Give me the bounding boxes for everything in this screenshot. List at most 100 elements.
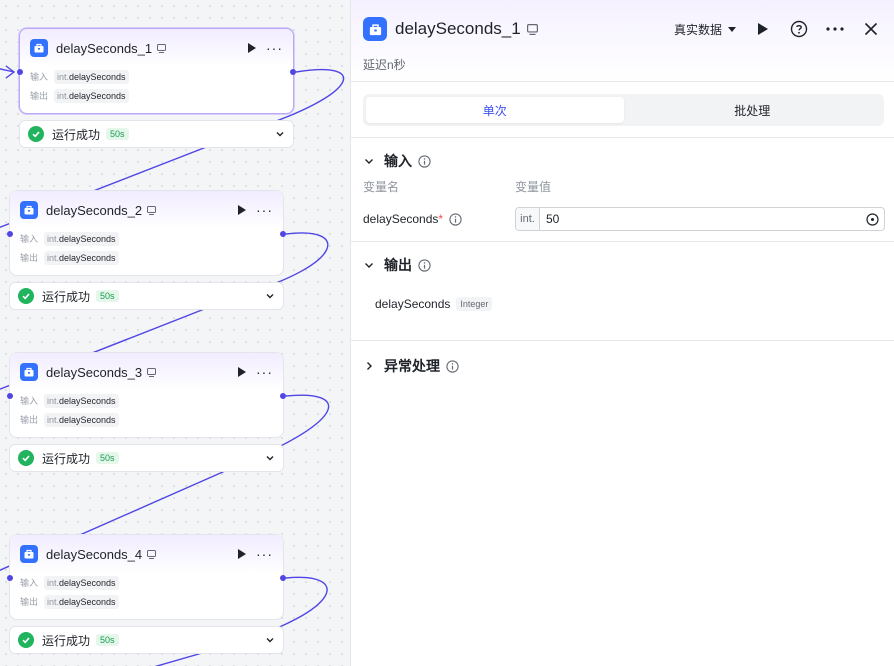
close-button[interactable] [862,18,880,40]
toolbox-icon [363,17,387,41]
output-port[interactable] [280,575,286,581]
node-delayseconds-3[interactable]: delaySeconds_3 ··· 输入 int. delaySeconds 输… [7,352,286,438]
run-button[interactable] [754,18,772,40]
output-port[interactable] [280,393,286,399]
info-icon [418,258,431,272]
play-icon[interactable] [238,205,246,215]
required-mark: * [438,212,444,226]
output-section: 输出 delaySeconds Integer [351,242,894,341]
more-button[interactable] [826,18,844,40]
duration-badge: 50s [96,634,119,646]
duration-badge: 50s [96,452,119,464]
toolbox-icon [20,201,38,219]
tab-batch[interactable]: 批处理 [624,97,882,123]
input-port[interactable] [7,393,13,399]
input-tag: int. delaySeconds [44,393,119,408]
template-icon [147,205,157,215]
play-icon[interactable] [248,43,256,53]
run-mode-tabs: 单次 批处理 [351,82,894,138]
col-header-name: 变量名 [363,180,400,194]
info-icon [418,154,431,168]
input-port[interactable] [17,69,23,75]
output-variable-name: delaySeconds [375,297,451,311]
input-tag: int. delaySeconds [44,231,119,246]
node-detail-panel: delaySeconds_1 延迟n秒 真实数据 单次 批处理 输入 变量名 变… [350,0,894,666]
variable-name: delaySeconds * [363,212,515,226]
more-icon[interactable]: ··· [256,547,273,561]
status-text: 运行成功 [42,633,91,648]
chevron-down-icon[interactable] [265,291,275,301]
help-button[interactable] [790,18,808,40]
output-tag: int. delaySeconds [44,250,119,265]
error-section-header[interactable]: 异常处理 [351,343,894,389]
col-header-value: 变量值 [515,180,552,194]
input-section: 输入 变量名 变量值 delaySeconds * int. [351,138,894,242]
error-handling-section: 异常处理 [351,343,894,389]
node-input-row: 输入 int. delaySeconds [10,391,283,410]
panel-title[interactable]: delaySeconds_1 [395,19,521,39]
help-icon [790,20,808,38]
node-title: delaySeconds_3 [46,364,143,380]
output-port[interactable] [280,231,286,237]
variable-value-input[interactable] [540,209,860,229]
chevron-down-icon[interactable] [265,453,275,463]
chevron-down-icon [365,159,373,164]
tab-single[interactable]: 单次 [366,97,624,123]
input-port[interactable] [7,231,13,237]
check-circle-icon [28,126,44,142]
output-variable-row: delaySeconds Integer [351,290,894,318]
input-tag: int. delaySeconds [44,575,119,590]
input-tag: int. delaySeconds [54,69,129,84]
output-port[interactable] [290,69,296,75]
chevron-down-icon[interactable] [275,129,285,139]
chevron-down-icon[interactable] [265,635,275,645]
input-variable-row: delaySeconds * int. [351,198,894,240]
node-title: delaySeconds_4 [46,546,143,562]
node-delayseconds-2[interactable]: delaySeconds_2 ··· 输入 int. delaySeconds 输… [7,190,286,276]
output-type-badge: Integer [456,297,493,311]
template-icon [526,23,538,35]
output-section-header[interactable]: 输出 [351,242,894,288]
chevron-right-icon [367,362,372,370]
node-input-row: 输入 int. delaySeconds [10,229,283,248]
output-tag: int. delaySeconds [54,88,129,103]
node-status-bar[interactable]: 运行成功 50s [9,282,284,310]
more-icon[interactable]: ··· [266,41,283,55]
status-text: 运行成功 [52,127,101,142]
toolbox-icon [30,39,48,57]
type-prefix: int. [516,208,540,230]
play-icon[interactable] [238,549,246,559]
input-port[interactable] [7,575,13,581]
check-circle-icon [18,632,34,648]
dataset-dropdown[interactable]: 真实数据 [674,21,736,38]
workflow-canvas[interactable]: delaySeconds_1 ··· 输入 int. delaySeconds 输… [0,0,350,666]
node-delayseconds-4[interactable]: delaySeconds_4 ··· 输入 int. delaySeconds 输… [7,534,286,620]
play-icon[interactable] [238,367,246,377]
more-icon[interactable]: ··· [256,203,273,217]
panel-subtitle[interactable]: 延迟n秒 [363,56,406,73]
variable-reference-button[interactable] [860,212,884,226]
node-output-row: 输出 int. delaySeconds [10,410,283,429]
node-output-row: 输出 int. delaySeconds [20,86,293,105]
node-status-bar[interactable]: 运行成功 50s [9,626,284,654]
toolbox-icon [20,545,38,563]
node-title: delaySeconds_1 [56,40,153,56]
node-status-bar[interactable]: 运行成功 50s [19,120,294,148]
node-status-bar[interactable]: 运行成功 50s [9,444,284,472]
play-icon [758,23,768,35]
more-icon[interactable]: ··· [256,365,273,379]
chevron-down-icon [365,263,373,268]
template-icon [157,43,167,53]
panel-header: delaySeconds_1 延迟n秒 真实数据 [351,0,894,82]
node-delayseconds-1[interactable]: delaySeconds_1 ··· 输入 int. delaySeconds 输… [17,28,296,114]
status-text: 运行成功 [42,289,91,304]
more-icon [826,27,844,31]
duration-badge: 50s [106,128,129,140]
crosshair-icon [865,212,879,226]
duration-badge: 50s [96,290,119,302]
node-output-row: 输出 int. delaySeconds [10,592,283,611]
node-input-row: 输入 int. delaySeconds [20,67,293,86]
variable-value-field: int. [515,207,885,231]
template-icon [147,549,157,559]
chevron-down-icon [728,26,736,32]
